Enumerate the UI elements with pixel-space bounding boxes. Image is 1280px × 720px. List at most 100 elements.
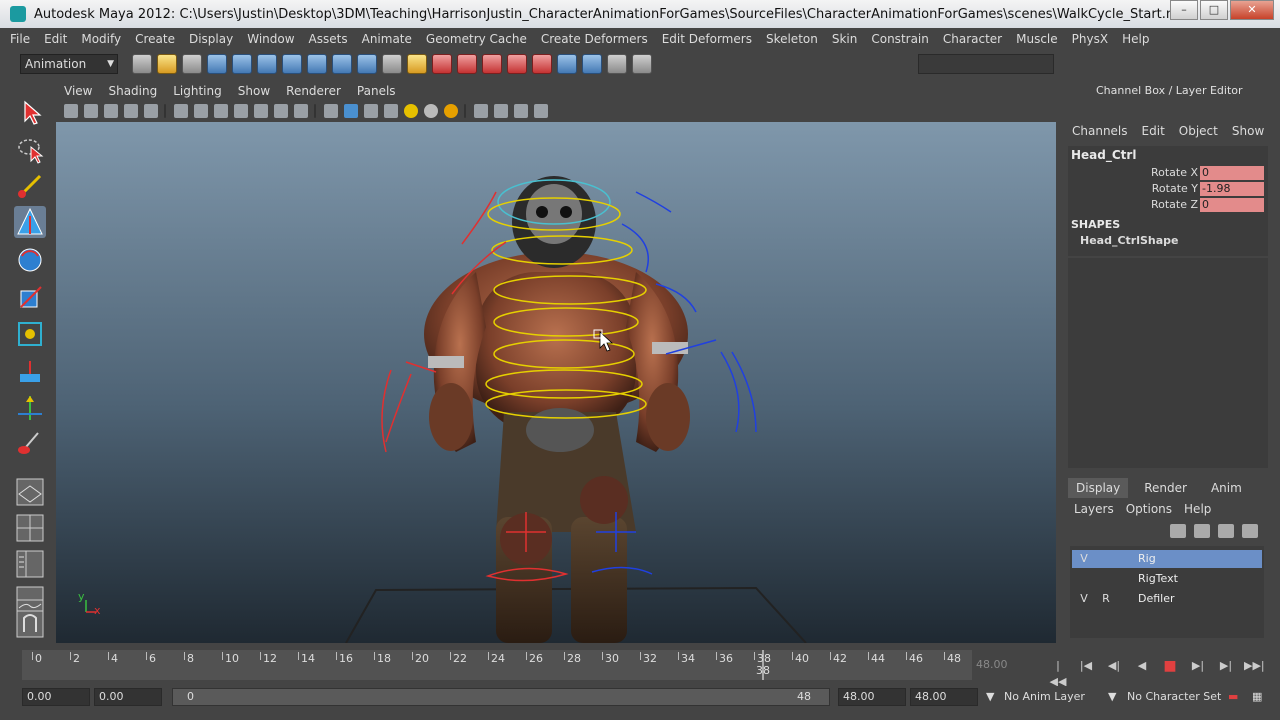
viewport-menu-view[interactable]: View [64,84,92,98]
step-back-frame-icon[interactable]: |◀ [1076,658,1096,674]
anim-layer-selector[interactable]: No Anim Layer [1004,690,1085,703]
film-gate-icon[interactable] [194,104,208,118]
menu-edit-deformers[interactable]: Edit Deformers [662,32,752,46]
animation-end-field[interactable]: 48.00 [910,688,978,706]
menu-skin[interactable]: Skin [832,32,858,46]
auto-key-icon[interactable]: ▬ [1228,690,1238,703]
tab-anim[interactable]: Anim [1203,478,1250,498]
character-set-dropdown-icon[interactable]: ▼ [1108,690,1116,703]
ipr-render-icon[interactable] [582,54,602,74]
safe-title-icon[interactable] [294,104,308,118]
universal-manipulator-icon[interactable] [14,318,46,350]
select-component-icon[interactable] [257,54,277,74]
show-manipulator-icon[interactable] [14,392,46,424]
persp-outliner-layout-icon[interactable] [14,548,46,580]
smooth-shade-icon[interactable] [344,104,358,118]
paint-select-tool-icon[interactable] [14,170,46,202]
field-chart-icon[interactable] [254,104,268,118]
four-view-layout-icon[interactable] [14,512,46,544]
menu-modify[interactable]: Modify [81,32,121,46]
step-back-key-icon[interactable]: ◀| [1104,658,1124,674]
animation-start-field[interactable]: 0.00 [22,688,90,706]
time-slider[interactable]: 38 0 2 4 6 8 10 12 14 16 18 20 22 24 26 28 30 32 34 36 38 40… [22,650,972,680]
step-forward-frame-icon[interactable]: ▶| [1216,658,1236,674]
le-menu-layers[interactable]: Layers [1074,502,1114,516]
camera-attributes-icon[interactable] [84,104,98,118]
textured-icon[interactable] [384,104,398,118]
lock-selection-icon[interactable] [407,54,427,74]
menu-muscle[interactable]: Muscle [1016,32,1058,46]
snap-curve-icon[interactable] [457,54,477,74]
viewport-menu-show[interactable]: Show [238,84,270,98]
viewport-menu-panels[interactable]: Panels [357,84,396,98]
current-time-field[interactable]: 48.00 [976,658,1008,671]
move-tool-icon[interactable] [14,206,46,238]
safe-action-icon[interactable] [274,104,288,118]
tab-render[interactable]: Render [1136,478,1195,498]
hypershade-icon[interactable] [632,54,652,74]
new-layer-icon[interactable] [1218,524,1234,538]
range-slider[interactable]: 0 48 [172,688,830,706]
menu-create-deformers[interactable]: Create Deformers [541,32,648,46]
render-settings-icon[interactable] [607,54,627,74]
layer-name[interactable]: Defiler [1138,592,1175,605]
layer-visibility-toggle[interactable]: V [1076,552,1092,566]
layer-name[interactable]: Rig [1138,552,1156,565]
cb-menu-edit[interactable]: Edit [1142,124,1165,138]
mask-misc-icon[interactable] [382,54,402,74]
minimize-button[interactable]: – [1170,0,1198,20]
channel-label-rotate-z[interactable]: Rotate Z [1116,198,1198,211]
animation-preferences-icon[interactable]: ▦ [1252,690,1262,703]
select-hierarchy-icon[interactable] [207,54,227,74]
layer-type-toggle[interactable] [1098,572,1114,586]
mask-surfaces-icon[interactable] [357,54,377,74]
grid-icon[interactable] [174,104,188,118]
layer-visibility-toggle[interactable]: V [1076,592,1092,606]
layer-row-rigtext[interactable]: RigText [1072,570,1262,588]
snap-plane-icon[interactable] [507,54,527,74]
menu-constrain[interactable]: Constrain [871,32,929,46]
custom-layout-icon[interactable] [14,608,46,640]
move-layer-up-icon[interactable] [1170,524,1186,538]
layer-visibility-toggle[interactable] [1076,572,1092,586]
use-all-lights-icon[interactable] [404,104,418,118]
cb-menu-object[interactable]: Object [1179,124,1218,138]
single-perspective-layout-icon[interactable] [14,476,46,508]
perspective-viewport[interactable]: y x [56,122,1056,643]
input-line-field[interactable] [918,54,1054,74]
menu-display[interactable]: Display [189,32,233,46]
playback-end-field[interactable]: 48.00 [838,688,906,706]
maximize-button[interactable]: □ [1200,0,1228,20]
default-lighting-icon[interactable] [444,104,458,118]
xray-components-icon[interactable] [534,104,548,118]
viewport-menu-renderer[interactable]: Renderer [286,84,341,98]
soft-modification-icon[interactable] [14,356,46,388]
save-scene-icon[interactable] [182,54,202,74]
channel-field-rotate-z[interactable]: 0 [1200,198,1264,212]
new-scene-icon[interactable] [132,54,152,74]
layer-name[interactable]: RigText [1138,572,1178,585]
viewport-menu-lighting[interactable]: Lighting [173,84,222,98]
menu-file[interactable]: File [10,32,30,46]
open-scene-icon[interactable] [157,54,177,74]
gate-mask-icon[interactable] [234,104,248,118]
history-icon[interactable] [532,54,552,74]
shadows-icon[interactable] [424,104,438,118]
menu-window[interactable]: Window [247,32,294,46]
render-frame-icon[interactable] [557,54,577,74]
anim-layer-dropdown-icon[interactable]: ▼ [986,690,994,703]
cb-menu-show[interactable]: Show [1232,124,1264,138]
move-layer-down-icon[interactable] [1194,524,1210,538]
xray-joints-icon[interactable] [514,104,528,118]
go-to-start-icon[interactable]: |◀◀ [1048,658,1068,688]
go-to-end-icon[interactable]: ▶▶| [1244,658,1265,674]
select-tool-icon[interactable] [14,96,46,128]
stop-icon[interactable]: ■ [1160,658,1180,674]
play-backward-icon[interactable]: ◀ [1132,658,1152,674]
shape-node-name[interactable]: Head_CtrlShape [1080,234,1179,247]
wireframe-on-shaded-icon[interactable] [364,104,378,118]
playback-start-field[interactable]: 0.00 [94,688,162,706]
layer-row-rig[interactable]: V Rig [1072,550,1262,568]
menu-character[interactable]: Character [943,32,1002,46]
tab-display[interactable]: Display [1068,478,1129,498]
